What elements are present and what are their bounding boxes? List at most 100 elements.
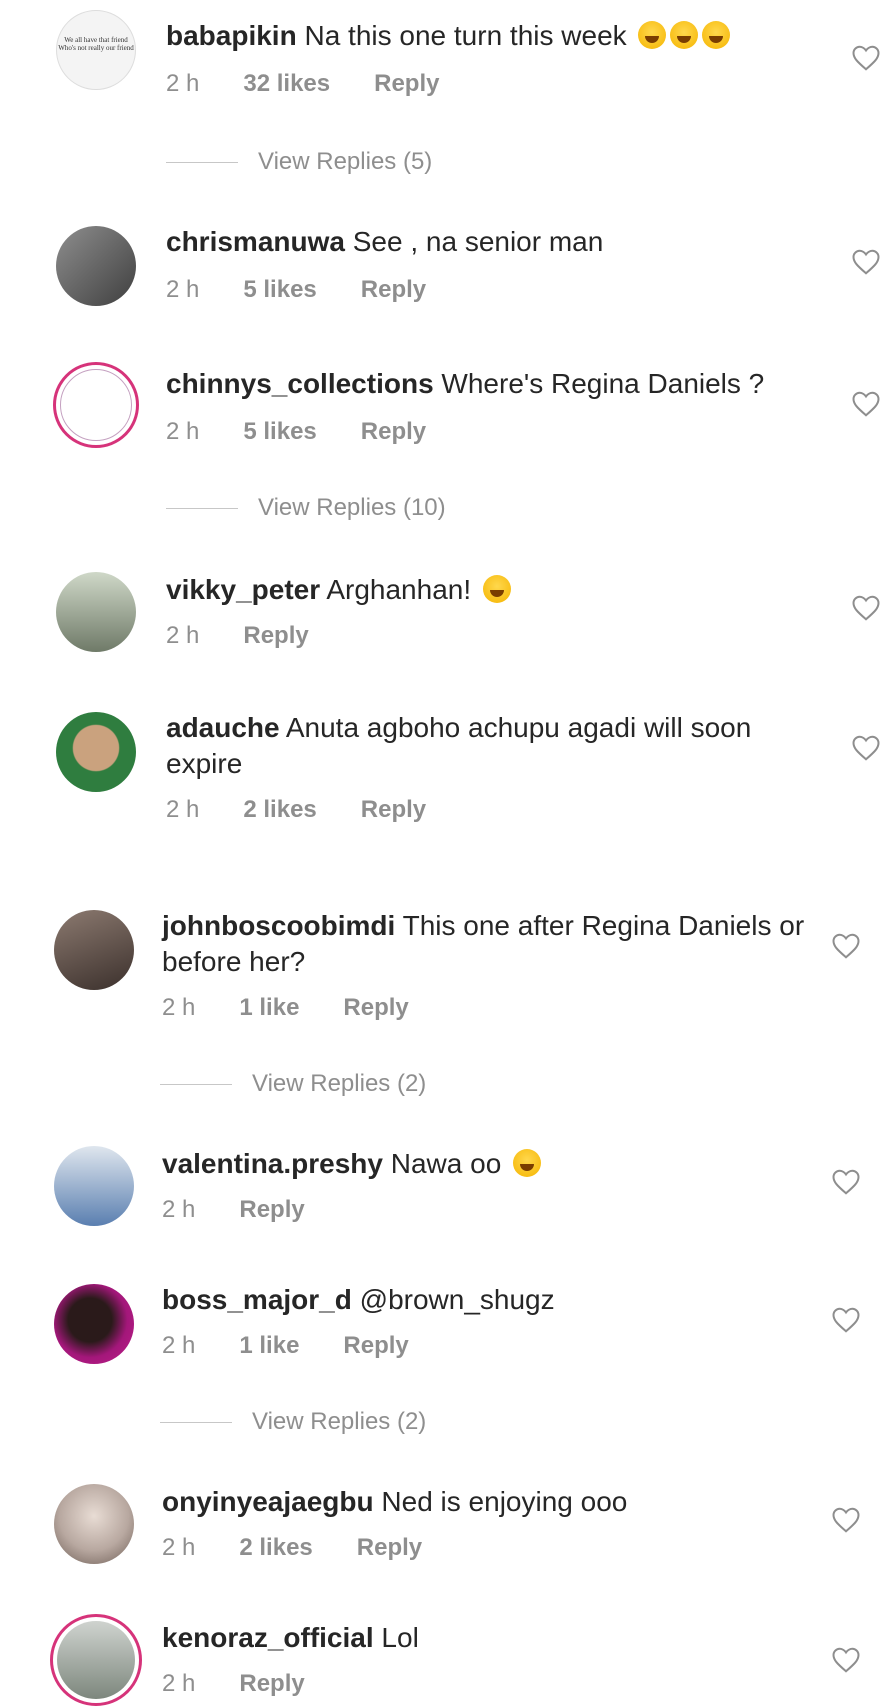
heart-icon[interactable]	[831, 932, 861, 960]
comment-time: 2 h	[166, 70, 200, 97]
avatar-caption: We all have that friend Who's not really…	[58, 36, 134, 52]
comment-meta: 2 h 5 likes Reply	[166, 276, 426, 304]
comment-text: @brown_shugz	[359, 1284, 555, 1315]
avatar[interactable]: We all have that friend Who's not really…	[56, 10, 136, 90]
comment-text: See , na senior man	[352, 226, 604, 257]
heart-icon[interactable]	[851, 390, 881, 418]
comment-username[interactable]: adauche	[166, 712, 280, 743]
reply-button[interactable]: Reply	[243, 622, 308, 650]
comment-text: Lol	[381, 1622, 419, 1653]
comment-username[interactable]: babapikin	[166, 20, 297, 51]
comment-time: 2 h	[162, 1332, 196, 1359]
comment-username[interactable]: onyinyeajaegbu	[162, 1486, 374, 1517]
grinning-emoji-icon	[513, 1149, 542, 1177]
comment-body: kenoraz_official Lol	[162, 1620, 785, 1656]
comment-meta: 2 h 32 likes Reply	[166, 70, 439, 98]
reply-button[interactable]: Reply	[239, 1196, 304, 1224]
comment-likes[interactable]: 2 likes	[243, 796, 316, 824]
avatar[interactable]	[54, 910, 134, 990]
comment-body: onyinyeajaegbu Ned is enjoying ooo	[162, 1484, 785, 1520]
avatar[interactable]	[50, 1614, 142, 1706]
reply-button[interactable]: Reply	[343, 1332, 408, 1360]
view-replies[interactable]: View Replies (2)	[160, 1070, 426, 1098]
reply-button[interactable]: Reply	[343, 994, 408, 1022]
divider	[160, 1083, 232, 1085]
comment-meta: 2 h 2 likes Reply	[162, 1534, 422, 1562]
heart-icon[interactable]	[851, 44, 881, 72]
comment-time: 2 h	[166, 796, 200, 823]
comment-body: valentina.preshy Nawa oo	[162, 1146, 785, 1182]
comment-time: 2 h	[162, 994, 196, 1021]
avatar[interactable]	[56, 226, 136, 306]
reply-button[interactable]: Reply	[357, 1534, 422, 1562]
divider	[166, 507, 238, 509]
comment-username[interactable]: boss_major_d	[162, 1284, 352, 1315]
comment-meta: 2 h 1 like Reply	[162, 1332, 409, 1360]
avatar[interactable]	[54, 1484, 134, 1564]
comment-time: 2 h	[162, 1196, 196, 1223]
view-replies-label[interactable]: View Replies (2)	[252, 1070, 426, 1098]
avatar[interactable]	[56, 572, 136, 652]
grinning-emoji-icon	[670, 21, 699, 49]
comment-username[interactable]: valentina.preshy	[162, 1148, 383, 1179]
reply-button[interactable]: Reply	[374, 70, 439, 98]
reply-button[interactable]: Reply	[361, 418, 426, 446]
heart-icon[interactable]	[851, 734, 881, 762]
comment-text: Arghanhan!	[326, 574, 472, 605]
comment-body: babapikin Na this one turn this week	[166, 18, 785, 54]
view-replies[interactable]: View Replies (2)	[160, 1408, 426, 1436]
comment-likes[interactable]: 1 like	[239, 994, 299, 1022]
comment-time: 2 h	[166, 276, 200, 303]
comment-body: chinnys_collections Where's Regina Danie…	[166, 366, 785, 402]
heart-icon[interactable]	[831, 1646, 861, 1674]
comment-body: adauche Anuta agboho achupu agadi will s…	[166, 710, 785, 782]
comment-meta: 2 h Reply	[162, 1196, 305, 1224]
avatar[interactable]	[56, 712, 136, 792]
grinning-emoji-icon	[702, 21, 731, 49]
comment-likes[interactable]: 5 likes	[243, 276, 316, 304]
avatar[interactable]	[54, 1146, 134, 1226]
comment-time: 2 h	[166, 418, 200, 445]
comment-username[interactable]: johnboscoobimdi	[162, 910, 395, 941]
comment-text: Nawa oo	[390, 1148, 502, 1179]
comment-likes[interactable]: 32 likes	[243, 70, 330, 98]
comment-text: Ned is enjoying ooo	[381, 1486, 628, 1517]
comment-meta: 2 h Reply	[162, 1670, 305, 1698]
comment-time: 2 h	[166, 622, 200, 649]
divider	[166, 161, 238, 163]
comment-likes[interactable]: 2 likes	[239, 1534, 312, 1562]
comment-username[interactable]: kenoraz_official	[162, 1622, 374, 1653]
comment-username[interactable]: vikky_peter	[166, 574, 320, 605]
grinning-emoji-icon	[638, 21, 667, 49]
comment-likes[interactable]: 5 likes	[243, 418, 316, 446]
heart-icon[interactable]	[851, 248, 881, 276]
avatar[interactable]	[54, 1284, 134, 1364]
comment-meta: 2 h 1 like Reply	[162, 994, 409, 1022]
comment-username[interactable]: chinnys_collections	[166, 368, 434, 399]
view-replies-label[interactable]: View Replies (10)	[258, 494, 446, 522]
comment-time: 2 h	[162, 1534, 196, 1561]
heart-icon[interactable]	[851, 594, 881, 622]
reply-button[interactable]: Reply	[361, 276, 426, 304]
divider	[160, 1421, 232, 1423]
view-replies[interactable]: View Replies (5)	[166, 148, 432, 176]
comment-body: boss_major_d @brown_shugz	[162, 1282, 785, 1318]
avatar[interactable]	[53, 362, 139, 448]
comment-meta: 2 h 5 likes Reply	[166, 418, 426, 446]
heart-icon[interactable]	[831, 1168, 861, 1196]
comment-body: vikky_peter Arghanhan!	[166, 572, 785, 608]
comment-time: 2 h	[162, 1670, 196, 1697]
comment-text: Na this one turn this week	[304, 20, 627, 51]
comment-body: chrismanuwa See , na senior man	[166, 224, 785, 260]
heart-icon[interactable]	[831, 1506, 861, 1534]
reply-button[interactable]: Reply	[361, 796, 426, 824]
comment-meta: 2 h Reply	[166, 622, 309, 650]
heart-icon[interactable]	[831, 1306, 861, 1334]
comment-body: johnboscoobimdi This one after Regina Da…	[162, 908, 825, 980]
view-replies-label[interactable]: View Replies (5)	[258, 148, 432, 176]
comment-likes[interactable]: 1 like	[239, 1332, 299, 1360]
reply-button[interactable]: Reply	[239, 1670, 304, 1698]
comment-username[interactable]: chrismanuwa	[166, 226, 345, 257]
view-replies[interactable]: View Replies (10)	[166, 494, 446, 522]
view-replies-label[interactable]: View Replies (2)	[252, 1408, 426, 1436]
